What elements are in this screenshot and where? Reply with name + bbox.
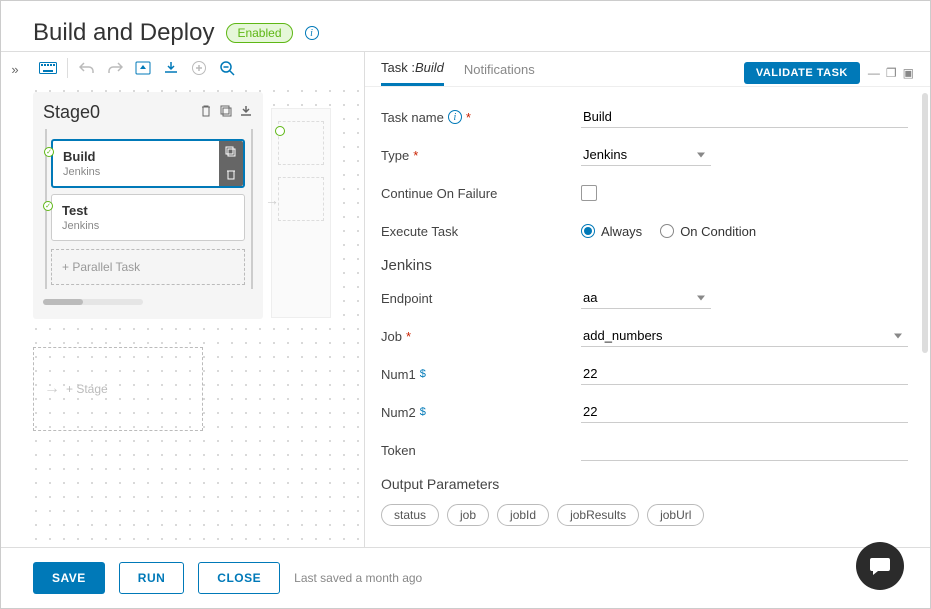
execute-always-radio[interactable]: Always — [581, 224, 642, 239]
token-input[interactable] — [581, 439, 908, 461]
status-badge: Enabled — [226, 23, 292, 43]
zoom-out-icon[interactable] — [214, 56, 240, 80]
stage-card[interactable]: Stage0 ✓ Build Jenkins — [33, 92, 263, 319]
validate-task-button[interactable]: VALIDATE TASK — [744, 62, 860, 84]
delete-task-icon[interactable] — [219, 164, 243, 187]
task-card-test[interactable]: ✓ Test Jenkins — [51, 194, 245, 241]
save-button[interactable]: SAVE — [33, 562, 105, 594]
maximize-icon[interactable]: ▣ — [903, 66, 914, 80]
page-header: Build and Deploy Enabled i — [1, 1, 930, 51]
last-saved-text: Last saved a month ago — [294, 571, 422, 585]
close-button[interactable]: CLOSE — [198, 562, 280, 594]
status-ok-icon: ✓ — [43, 201, 53, 211]
stage-title: Stage0 — [43, 102, 100, 123]
status-ok-icon: ✓ — [44, 147, 54, 157]
run-button[interactable]: RUN — [119, 562, 185, 594]
undo-icon[interactable] — [74, 56, 100, 80]
delete-stage-icon[interactable] — [199, 104, 213, 121]
copy-stage-icon[interactable] — [219, 104, 233, 121]
add-stage-placeholder[interactable]: → + Stage — [33, 347, 203, 431]
job-select[interactable] — [581, 325, 908, 347]
page-title: Build and Deploy — [33, 19, 214, 47]
restore-icon[interactable]: ❐ — [886, 66, 897, 80]
jenkins-section-header: Jenkins — [381, 257, 908, 274]
tab-notifications[interactable]: Notifications — [464, 62, 535, 85]
collapse-sidebar-toggle[interactable]: » — [1, 51, 29, 547]
output-pill[interactable]: job — [447, 504, 489, 526]
num1-input[interactable] — [581, 363, 908, 385]
output-pill[interactable]: jobResults — [557, 504, 639, 526]
output-pill[interactable]: jobUrl — [647, 504, 704, 526]
info-icon[interactable]: i — [305, 26, 319, 40]
chat-fab[interactable] — [856, 542, 904, 590]
type-select[interactable] — [581, 144, 711, 166]
tab-task[interactable]: Task :Build — [381, 60, 444, 86]
pipeline-canvas[interactable]: Stage0 ✓ Build Jenkins — [29, 84, 364, 547]
next-stage-preview: → — [271, 108, 331, 318]
stage-scrollbar[interactable] — [43, 299, 143, 305]
import-icon[interactable] — [158, 56, 184, 80]
arrow-right-icon: → — [44, 380, 60, 398]
task-name-input[interactable] — [581, 106, 908, 128]
redo-icon[interactable] — [102, 56, 128, 80]
collapse-all-icon[interactable] — [130, 56, 156, 80]
keyboard-icon[interactable] — [35, 56, 61, 80]
output-params-list: status job jobId jobResults jobUrl — [381, 504, 908, 526]
output-params-header: Output Parameters — [381, 476, 908, 492]
minimize-icon[interactable]: — — [868, 66, 880, 80]
num2-input[interactable] — [581, 401, 908, 423]
execute-on-condition-radio[interactable]: On Condition — [660, 224, 756, 239]
add-icon[interactable] — [186, 56, 212, 80]
canvas-toolbar — [29, 52, 364, 84]
endpoint-select[interactable] — [581, 287, 711, 309]
task-card-build[interactable]: ✓ Build Jenkins — [51, 139, 245, 188]
continue-on-failure-checkbox[interactable] — [581, 185, 597, 201]
add-parallel-task[interactable]: + Parallel Task — [51, 249, 245, 285]
info-icon[interactable]: i — [448, 110, 462, 124]
output-pill[interactable]: status — [381, 504, 439, 526]
output-pill[interactable]: jobId — [497, 504, 549, 526]
panel-scrollbar[interactable] — [922, 93, 928, 353]
download-stage-icon[interactable] — [239, 104, 253, 121]
copy-task-icon[interactable] — [219, 141, 243, 164]
